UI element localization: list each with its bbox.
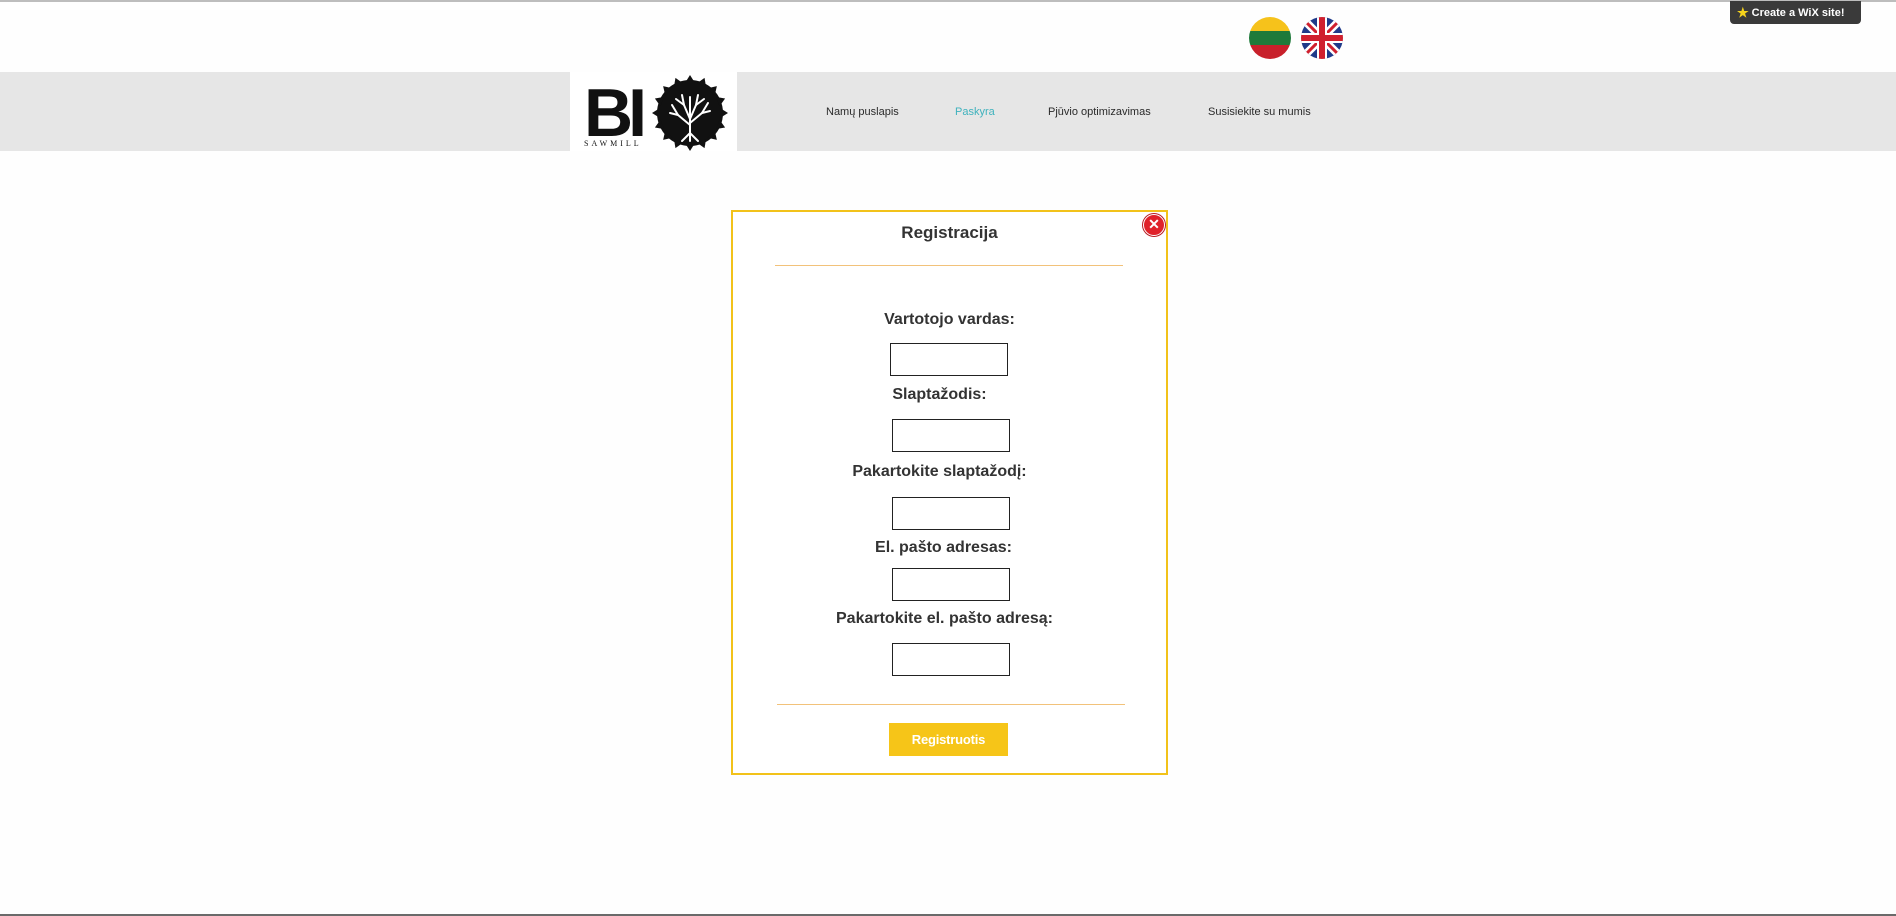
top-border [0, 0, 1896, 2]
star-icon: ★ [1737, 5, 1749, 20]
password-label: Slaptažodis: [892, 386, 987, 403]
nav-item-home[interactable]: Namų puslapis [826, 106, 899, 118]
saw-blade-tree-icon [652, 75, 728, 151]
register-button[interactable]: Registruotis [889, 723, 1008, 756]
dialog-title: Registracija [901, 223, 998, 242]
logo-subtitle: SAWMILL [584, 139, 642, 148]
repeat-email-label: Pakartokite el. pašto adresą: [836, 610, 1053, 627]
divider [777, 704, 1125, 705]
close-icon[interactable]: ✕ [1143, 214, 1165, 236]
username-label: Vartotojo vardas: [884, 311, 1015, 328]
repeat-password-label: Pakartokite slaptažodį: [852, 463, 1027, 480]
repeat-email-input[interactable] [892, 643, 1010, 676]
repeat-password-input[interactable] [892, 497, 1010, 530]
header-bar [0, 72, 1896, 151]
wix-badge-label: Create a WiX site! [1751, 6, 1845, 19]
create-wix-site-badge[interactable]: ★ Create a WiX site! [1730, 1, 1861, 24]
password-input[interactable] [892, 419, 1010, 452]
language-lt-button[interactable] [1249, 17, 1291, 59]
uk-flag-icon [1301, 17, 1343, 59]
logo[interactable]: BI SAWMILL [570, 72, 737, 151]
registration-dialog: Registracija ✕ Vartotojo vardas: Slaptaž… [731, 210, 1168, 775]
email-input[interactable] [892, 568, 1010, 601]
nav-item-contact[interactable]: Susisiekite su mumis [1208, 106, 1311, 118]
username-input[interactable] [890, 343, 1008, 376]
language-en-button[interactable] [1301, 17, 1343, 59]
divider [775, 265, 1123, 266]
nav-item-account[interactable]: Paskyra [955, 106, 995, 118]
email-label: El. pašto adresas: [875, 539, 1012, 556]
nav-item-cut-optimization[interactable]: Pjūvio optimizavimas [1048, 106, 1151, 118]
lithuania-flag-icon [1249, 17, 1291, 59]
